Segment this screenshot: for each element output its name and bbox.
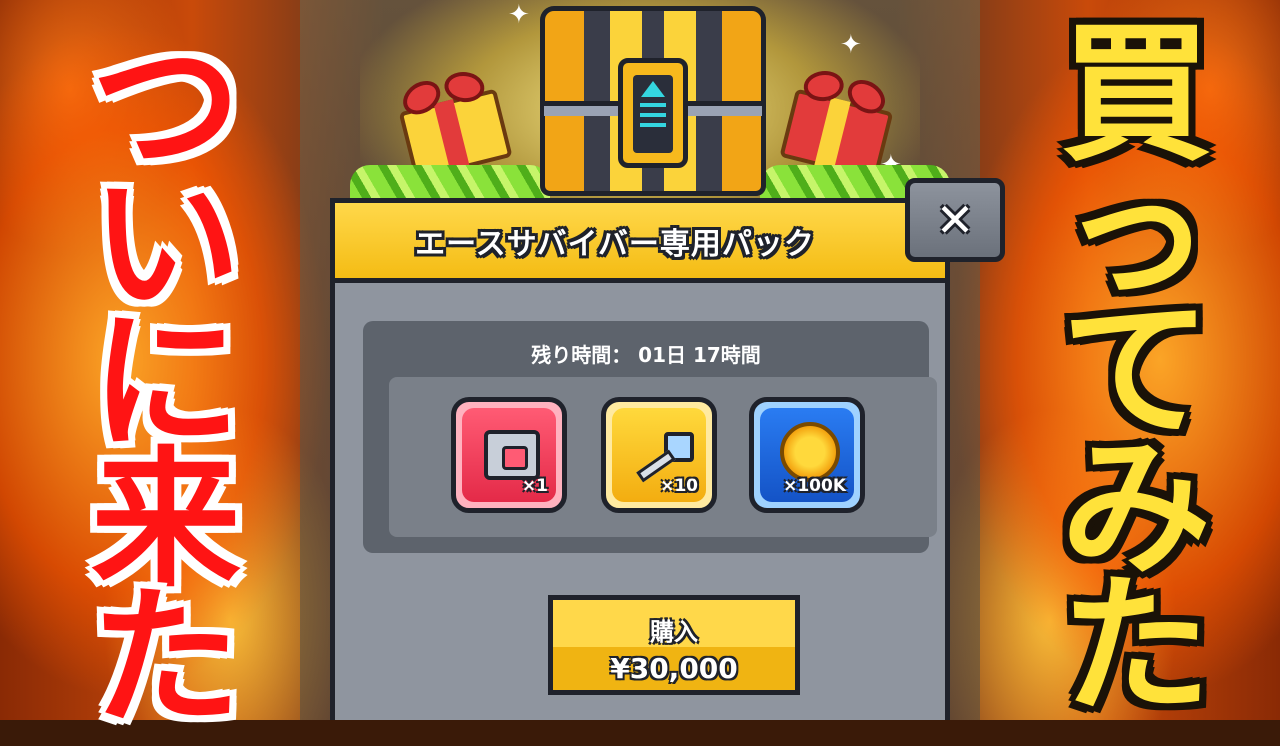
overlay-char: つ [90, 20, 241, 194]
overlay-char: っ [1060, 146, 1211, 320]
overlay-char: た [1060, 560, 1211, 734]
pack-dialog: エースサバイバー専用パック 残り時間： 01日 17時間 ×1 ×10 ×100… [330, 198, 950, 720]
coin-icon [780, 422, 840, 482]
item-quantity: ×10 [660, 476, 698, 496]
overlay-char: て [1060, 284, 1211, 458]
offer-panel: 残り時間： 01日 17時間 ×1 ×10 ×100K [363, 321, 937, 553]
buy-button[interactable]: 購入 ¥30,000 [548, 595, 800, 695]
overlay-char: 来 [90, 434, 241, 608]
item-quantity: ×1 [521, 476, 548, 496]
overlay-char: に [90, 296, 241, 470]
treasure-chest-icon [540, 6, 766, 196]
buy-label: 購入 [650, 618, 698, 646]
overlay-text-right: 買 っ て み た [1036, 8, 1236, 734]
reward-item-coin[interactable]: ×100K [749, 397, 865, 513]
remaining-time: 残り時間： 01日 17時間 [531, 343, 761, 367]
close-icon: ✕ [935, 193, 975, 247]
item-quantity: ×100K [783, 476, 846, 496]
chest-icon [484, 430, 540, 480]
dialog-header: エースサバイバー専用パック [335, 203, 945, 283]
overlay-char: み [1060, 422, 1211, 596]
overlay-char: 買 [1060, 8, 1211, 182]
buy-price: ¥30,000 [610, 652, 738, 685]
reward-items: ×1 ×10 ×100K [389, 377, 937, 537]
sparkle-icon: ✦ [508, 0, 530, 30]
reward-item-chest[interactable]: ×1 [451, 397, 567, 513]
sparkle-icon: ✦ [840, 30, 862, 60]
overlay-char: い [90, 158, 241, 332]
close-button[interactable]: ✕ [905, 178, 1005, 262]
dialog-title: エースサバイバー専用パック [415, 226, 815, 262]
reward-item-key[interactable]: ×10 [601, 397, 717, 513]
overlay-text-left: つ い に 来 た [66, 20, 266, 746]
overlay-char: た [90, 572, 241, 746]
